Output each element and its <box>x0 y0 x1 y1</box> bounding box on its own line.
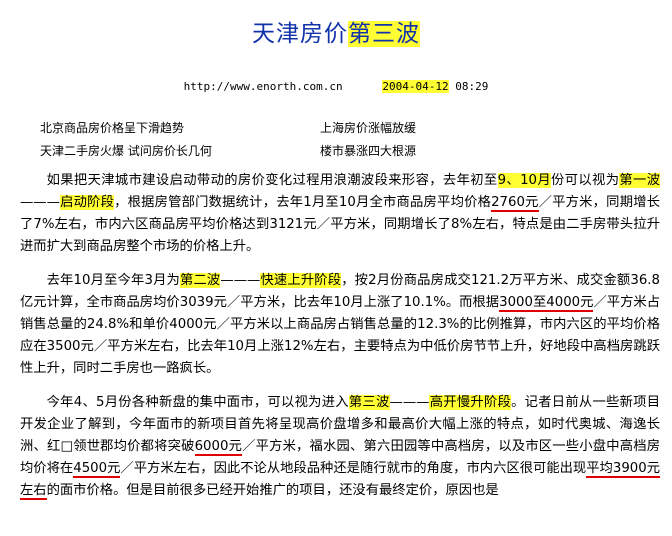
text: ——— <box>389 395 430 410</box>
highlight-text: 启动阶段 <box>59 195 115 210</box>
text: 如果把天津城市建设启动带动的房价变化过程用浪潮波段来形容，去年初至 <box>46 173 498 188</box>
related-link-shanghai[interactable]: 上海房价涨幅放缓 <box>320 120 416 136</box>
highlight-text: 高开慢升阶段 <box>429 395 512 410</box>
article-body: 如果把天津城市建设启动带动的房价变化过程用浪潮波段来形容，去年初至9、10月份可… <box>20 170 661 514</box>
text: 去年10月至今年3月为 <box>46 273 180 288</box>
related-link-beijing[interactable]: 北京商品房价格呈下滑趋势 <box>40 120 184 136</box>
title-prefix: 天津房价 <box>252 21 348 47</box>
text: 份可以视为 <box>551 173 620 188</box>
paragraph-first-wave: 如果把天津城市建设启动带动的房价变化过程用浪潮波段来形容，去年初至9、10月份可… <box>20 170 661 258</box>
paragraph-second-wave: 去年10月至今年3月为第二波———快速上升阶段，按2月份商品房成交121.2万平… <box>20 270 660 380</box>
article-meta: http://www.enorth.com.cn 2004-04-12 08:2… <box>0 79 672 95</box>
text: ／平方米左右，因此不论从地段品种还是随行就市的角度，市内六区很可能出现 <box>120 461 587 476</box>
underlined-text: 3000至4000元 <box>499 295 594 312</box>
text: ，根据房管部门数据统计，去年1月至10月全市商品房平均价格 <box>114 195 492 210</box>
title-highlight: 第三波 <box>348 21 420 47</box>
text: 今年4、5月份各种新盘的集中面市，可以视为进入 <box>46 395 349 410</box>
highlight-text: 快速上升阶段 <box>260 273 342 288</box>
underlined-text: 2760元 <box>491 195 539 212</box>
text: ——— <box>220 273 261 288</box>
publish-date: 2004-04-12 <box>382 80 449 93</box>
paragraph-third-wave: 今年4、5月份各种新盘的集中面市，可以视为进入第三波———高开慢升阶段。记者日前… <box>20 392 661 502</box>
highlight-text: 第三波 <box>348 395 390 410</box>
text: 的面市价格。但是目前很多已经开始推广的项目，还没有最终定价，原因也是 <box>46 483 499 498</box>
page-title: 天津房价第三波 <box>0 18 672 50</box>
source-url[interactable]: http://www.enorth.com.cn <box>184 80 343 93</box>
underlined-text: 6000元 <box>194 439 243 456</box>
text: ——— <box>20 195 60 210</box>
highlight-text: 9、10月 <box>497 173 552 188</box>
highlight-text: 第一波 <box>619 173 661 188</box>
highlight-text: 第二波 <box>180 273 221 288</box>
related-link-tianjin[interactable]: 天津二手房火爆 试问房价长几何 <box>40 143 212 159</box>
underlined-text: 4500元 <box>73 461 121 478</box>
publish-time: 08:29 <box>455 80 489 93</box>
related-link-roots[interactable]: 楼市暴涨四大根源 <box>320 143 416 159</box>
